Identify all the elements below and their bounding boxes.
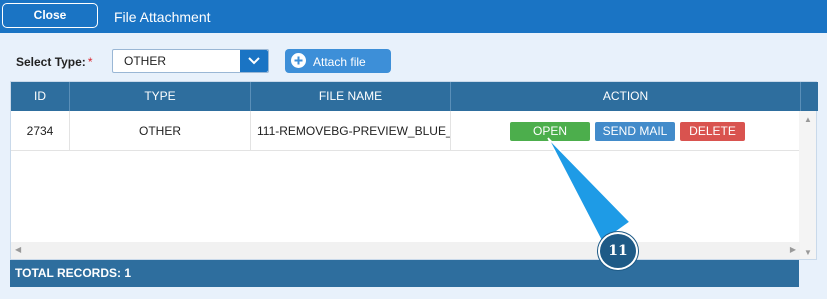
delete-button[interactable]: DELETE: [680, 122, 745, 141]
table-row[interactable]: 2734 OTHER 111-REMOVEBG-PREVIEW_BLUE_ OP…: [11, 111, 800, 151]
horizontal-scrollbar[interactable]: ◀ ▶: [11, 242, 800, 259]
vertical-scrollbar[interactable]: ▲ ▼: [799, 111, 816, 259]
column-header-type[interactable]: TYPE: [70, 82, 251, 111]
scroll-up-icon[interactable]: ▲: [804, 115, 812, 124]
cell-file-name: 111-REMOVEBG-PREVIEW_BLUE_: [251, 111, 451, 151]
close-button[interactable]: Close: [2, 3, 98, 28]
title-bar: Close File Attachment: [0, 0, 827, 33]
cell-id: 2734: [11, 111, 70, 151]
column-header-file-name[interactable]: FILE NAME: [251, 82, 451, 111]
required-mark: *: [87, 55, 93, 69]
scroll-right-icon[interactable]: ▶: [790, 245, 796, 254]
chevron-down-icon[interactable]: [240, 50, 268, 72]
send-mail-button[interactable]: SEND MAIL: [595, 122, 675, 141]
select-type-label: Select Type: *: [16, 55, 93, 69]
callout-badge: 11: [598, 232, 638, 270]
open-button[interactable]: OPEN: [510, 122, 590, 141]
attach-file-button[interactable]: Attach file: [285, 49, 391, 73]
cell-type: OTHER: [70, 111, 251, 151]
column-header-action[interactable]: ACTION: [451, 82, 801, 111]
type-select[interactable]: OTHER: [112, 49, 269, 73]
type-select-value: OTHER: [124, 54, 166, 68]
attachments-table: ID TYPE FILE NAME ACTION 2734 OTHER 111-…: [10, 81, 818, 260]
total-records: TOTAL RECORDS: 1: [10, 260, 799, 287]
scroll-down-icon[interactable]: ▼: [804, 248, 812, 257]
plus-circle-icon: [291, 53, 306, 68]
scroll-left-icon[interactable]: ◀: [15, 245, 21, 254]
attach-file-label: Attach file: [313, 55, 366, 69]
dialog-title: File Attachment: [114, 9, 211, 25]
column-header-id[interactable]: ID: [11, 82, 70, 111]
table-header: ID TYPE FILE NAME ACTION: [11, 82, 818, 111]
